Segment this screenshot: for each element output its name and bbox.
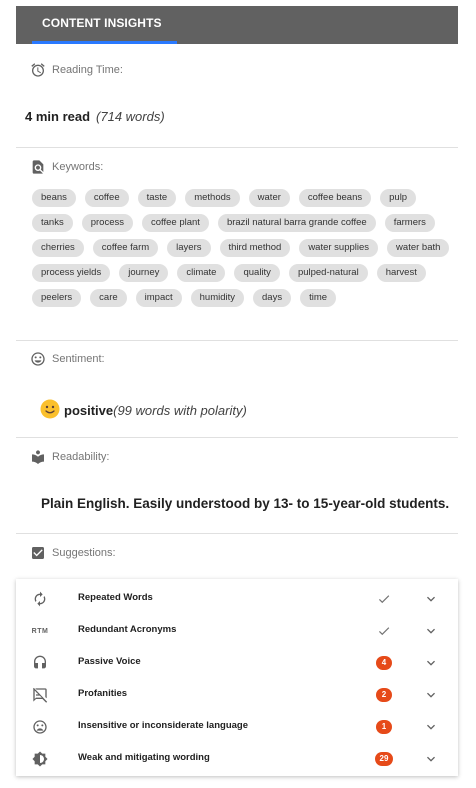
keyword-chip-list: beans coffee taste methods water coffee beans…	[32, 189, 457, 307]
suggestions-heading: Suggestions:	[30, 545, 116, 561]
chevron-down-icon[interactable]	[421, 589, 441, 609]
sentiment-detail: (99 words with polarity)	[113, 403, 247, 418]
keyword-chip[interactable]: third method	[219, 239, 291, 257]
sentiment-value: positive (99 words with polarity)	[40, 399, 247, 422]
issue-count-badge: 1	[374, 717, 394, 737]
reading-time-heading: Reading Time:	[30, 62, 123, 78]
chevron-down-icon[interactable]	[421, 621, 441, 641]
suggestion-row-profanities[interactable]: Profanities 2	[16, 679, 458, 711]
suggestion-label: Redundant Acronyms	[78, 624, 177, 635]
keyword-chip[interactable]: water bath	[387, 239, 450, 257]
issue-count-badge: 29	[374, 749, 394, 769]
alarm-clock-icon	[30, 62, 46, 78]
chevron-down-icon[interactable]	[421, 685, 441, 705]
keyword-chip[interactable]: beans	[32, 189, 76, 207]
suggestions-card: Repeated Words RTM Redundant Acronyms Pa…	[16, 579, 458, 776]
sentiment-label: Sentiment:	[52, 353, 105, 365]
chevron-down-icon[interactable]	[421, 749, 441, 769]
keywords-label: Keywords:	[52, 161, 104, 173]
suggestion-label: Weak and mitigating wording	[78, 752, 210, 763]
divider	[16, 340, 458, 341]
keyword-chip[interactable]: process yields	[32, 264, 111, 282]
suggestions-label: Suggestions:	[52, 547, 116, 559]
suggestion-label: Repeated Words	[78, 592, 153, 603]
keyword-chip[interactable]: time	[300, 289, 337, 307]
suggestion-row-weak-wording[interactable]: Weak and mitigating wording 29	[16, 743, 458, 775]
checkbox-icon	[30, 545, 46, 561]
sentiment-heading: Sentiment:	[30, 351, 105, 367]
no-comment-icon	[30, 685, 50, 705]
keyword-chip[interactable]: cherries	[32, 239, 84, 257]
smiley-outline-icon	[30, 351, 46, 367]
chevron-down-icon[interactable]	[421, 653, 441, 673]
badge-count: 1	[376, 720, 392, 734]
acronym-icon: RTM	[30, 621, 50, 641]
badge-count: 2	[376, 688, 392, 702]
suggestion-label: Insensitive or inconsiderate language	[78, 720, 248, 731]
keyword-chip[interactable]: water supplies	[299, 239, 379, 257]
divider	[16, 533, 458, 534]
keyword-chip[interactable]: harvest	[376, 264, 426, 282]
keyword-chip[interactable]: climate	[177, 264, 226, 282]
keyword-chip[interactable]: coffee beans	[298, 189, 372, 207]
keyword-chip[interactable]: layers	[167, 239, 211, 257]
brightness-icon	[30, 749, 50, 769]
keyword-chip[interactable]: methods	[185, 189, 240, 207]
chevron-down-icon[interactable]	[421, 717, 441, 737]
suggestion-row-insensitive-language[interactable]: Insensitive or inconsiderate language 1	[16, 711, 458, 743]
keyword-chip[interactable]: tanks	[32, 214, 73, 232]
keyword-chip[interactable]: pulped-natural	[288, 264, 368, 282]
keyword-chip[interactable]: coffee	[84, 189, 129, 207]
suggestion-label: Profanities	[78, 688, 128, 699]
content-insights-header: CONTENT INSIGHTS	[16, 6, 458, 44]
book-reader-icon	[30, 449, 46, 465]
readability-heading: Readability:	[30, 449, 109, 465]
keyword-chip[interactable]: brazil natural barra grande coffee	[217, 214, 376, 232]
sentiment-polarity: positive	[64, 403, 114, 418]
keyword-chip[interactable]: water	[248, 189, 290, 207]
keyword-chip[interactable]: humidity	[190, 289, 245, 307]
keyword-chip[interactable]: coffee farm	[92, 239, 159, 257]
reading-time-minutes: 4 min read	[25, 109, 91, 124]
reading-time-label: Reading Time:	[52, 64, 123, 76]
keyword-chip[interactable]: pulp	[380, 189, 417, 207]
smiling-face-emoji-icon	[40, 399, 60, 422]
suggestion-row-passive-voice[interactable]: Passive Voice 4	[16, 647, 458, 679]
headphones-icon	[30, 653, 50, 673]
issue-count-badge: 2	[374, 685, 394, 705]
readability-label: Readability:	[52, 451, 110, 463]
tab-label: CONTENT INSIGHTS	[42, 16, 162, 30]
keyword-chip[interactable]: coffee plant	[141, 214, 209, 232]
badge-count: 29	[375, 752, 393, 766]
keyword-chip[interactable]: taste	[137, 189, 177, 207]
repeat-icon	[30, 589, 50, 609]
suggestion-row-redundant-acronyms[interactable]: RTM Redundant Acronyms	[16, 615, 458, 647]
issue-count-badge: 4	[374, 653, 394, 673]
suggestion-label: Passive Voice	[78, 656, 141, 667]
check-icon	[374, 621, 394, 641]
check-icon	[374, 589, 394, 609]
keyword-chip[interactable]: days	[253, 289, 292, 307]
tab-active-indicator	[32, 41, 177, 44]
divider	[16, 437, 458, 438]
readability-result: Plain English. Easily understood by 13- …	[41, 496, 450, 511]
keyword-chip[interactable]: peelers	[32, 289, 82, 307]
tab-content-insights[interactable]: CONTENT INSIGHTS	[32, 6, 177, 44]
reading-time-words: (714 words)	[96, 109, 165, 124]
divider	[16, 147, 458, 148]
keyword-chip[interactable]: quality	[234, 264, 280, 282]
keywords-heading: Keywords:	[30, 159, 103, 175]
suggestion-row-repeated-words[interactable]: Repeated Words	[16, 583, 458, 615]
reading-time-value: 4 min read (714 words)	[25, 109, 165, 124]
keyword-chip[interactable]: process	[81, 214, 133, 232]
keyword-chip[interactable]: care	[90, 289, 127, 307]
badge-count: 4	[376, 656, 392, 670]
keyword-chip[interactable]: journey	[119, 264, 169, 282]
keyword-search-icon	[30, 159, 46, 175]
keyword-chip[interactable]: farmers	[384, 214, 435, 232]
sad-face-icon	[30, 717, 50, 737]
acronym-icon-text: RTM	[31, 627, 49, 635]
keyword-chip[interactable]: impact	[135, 289, 182, 307]
